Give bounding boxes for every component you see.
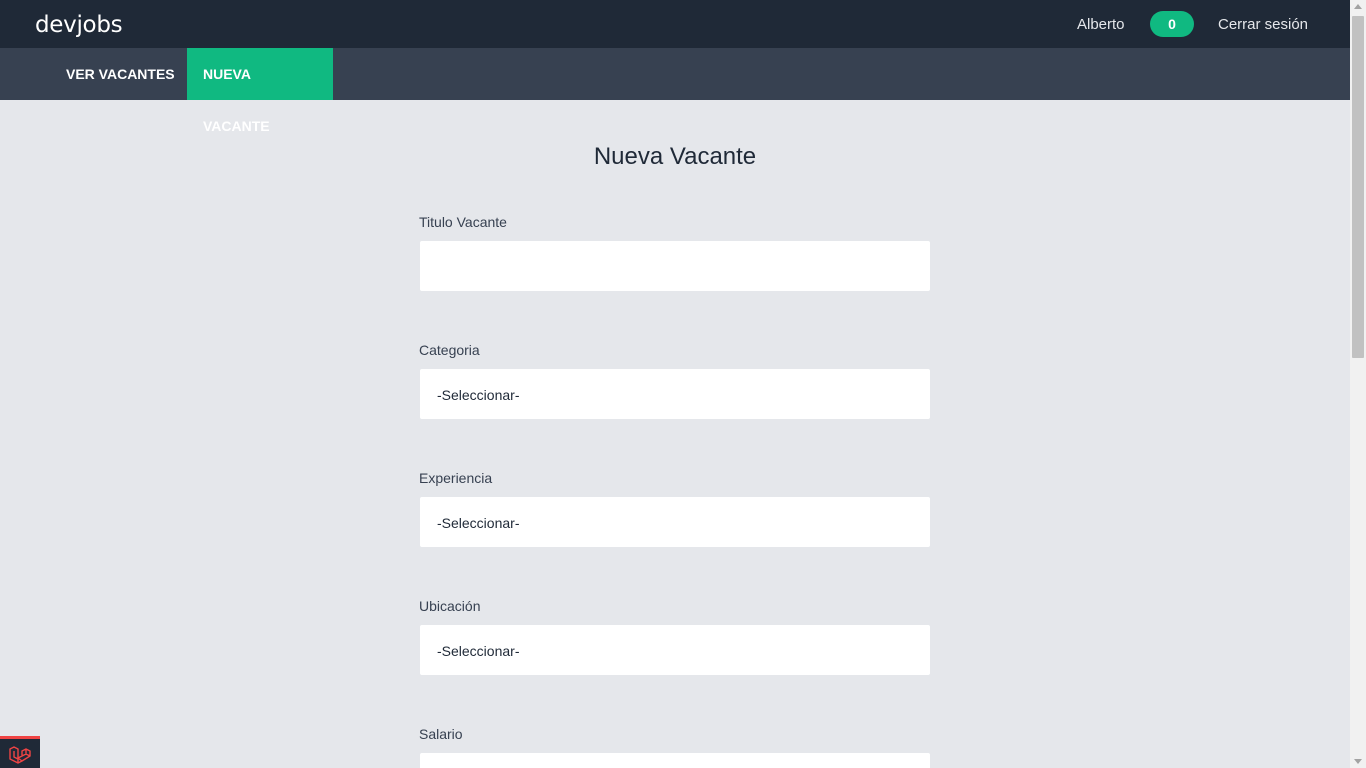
debug-bar-toggle[interactable] — [0, 736, 40, 768]
nav-item-nueva-vacante[interactable]: Nueva Vacante — [187, 48, 333, 134]
page-scrollbar[interactable] — [1350, 0, 1366, 768]
salario-select[interactable] — [419, 752, 931, 768]
laravel-logo-icon — [9, 746, 31, 764]
nav-item-ver-vacantes[interactable]: Ver Vacantes — [50, 48, 191, 100]
salario-label: Salario — [419, 726, 463, 742]
categoria-select[interactable]: -Seleccionar- — [419, 368, 931, 420]
user-name[interactable]: Alberto — [1077, 16, 1125, 33]
ubicacion-label: Ubicación — [419, 598, 481, 614]
main-nav: Ver Vacantes Nueva Vacante — [0, 48, 1350, 134]
logo[interactable]: devjobs — [35, 12, 123, 38]
titulo-vacante-input[interactable] — [419, 240, 931, 292]
titulo-vacante-label: Titulo Vacante — [419, 214, 507, 230]
scroll-thumb[interactable] — [1352, 16, 1364, 358]
experiencia-label: Experiencia — [419, 470, 493, 486]
top-header: devjobs Alberto 0 Cerrar sesión — [0, 0, 1350, 48]
scroll-up-arrow-icon[interactable] — [1354, 4, 1362, 9]
notifications-badge[interactable]: 0 — [1150, 11, 1194, 37]
logout-link[interactable]: Cerrar sesión — [1218, 16, 1308, 33]
scroll-down-arrow-icon[interactable] — [1354, 759, 1362, 764]
ubicacion-select[interactable]: -Seleccionar- — [419, 624, 931, 676]
page-title: Nueva Vacante — [593, 143, 757, 170]
categoria-label: Categoria — [419, 342, 480, 358]
experiencia-select[interactable]: -Seleccionar- — [419, 496, 931, 548]
